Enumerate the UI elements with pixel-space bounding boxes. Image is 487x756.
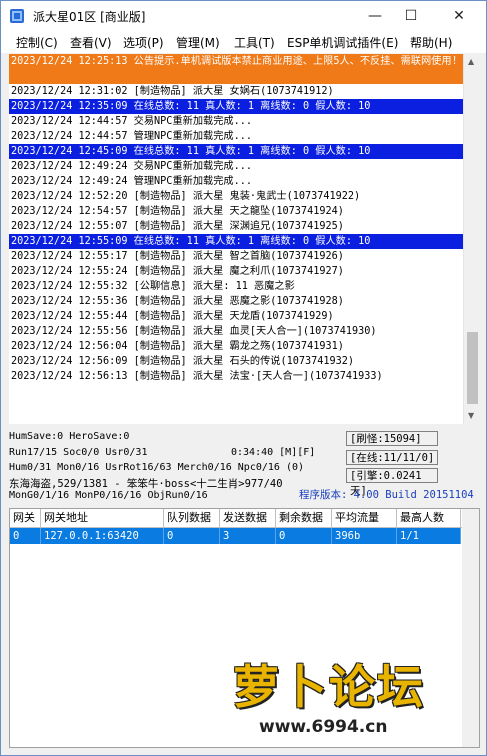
log-line: 2023/12/24 12:52:20 [制造物品] 派大星 鬼装·鬼武士(10… [11,191,361,202]
menu-options[interactable]: 选项(P) [123,34,164,51]
log-line: 2023/12/24 12:25:13 公告提示.单机调试版本禁止商业用途、上限… [9,54,463,84]
cell-remaining-data: 0 [276,528,332,544]
online-count: [在线:11/11/0] [346,450,438,465]
log-line: 2023/12/24 12:56:09 [制造物品] 派大星 石头的传说(107… [11,356,355,367]
col-gateway[interactable]: 网关 [10,509,41,527]
forum-watermark: 萝卜论坛 www.6994.cn [233,651,483,751]
log-line: 2023/12/24 12:45:09 在线总数: 11 真人数: 1 离线数:… [9,144,463,159]
log-line: 2023/12/24 12:55:09 在线总数: 11 真人数: 1 离线数:… [9,234,463,249]
log-line: 2023/12/24 12:49:24 管理NPC重新加载完成... [11,176,252,187]
minimize-icon: — [368,8,382,24]
save-stats: HumSave:0 HeroSave:0 [9,431,130,442]
col-send-data[interactable]: 发送数据 [220,509,276,527]
log-line: 2023/12/24 12:55:24 [制造物品] 派大星 魔之利爪(1073… [11,266,344,277]
cell-gateway: 0 [10,528,41,544]
refresh-count: [刷怪:15094] [346,431,438,446]
col-remaining-data[interactable]: 剩余数据 [276,509,332,527]
col-queue-data[interactable]: 队列数据 [164,509,220,527]
monster-stats: 东海海盗,529/1381 - 笨笨牛·boss<十二生肖>977/40 [9,478,283,490]
app-icon [10,9,24,23]
menu-help[interactable]: 帮助(H) [410,34,452,51]
maximize-icon: ☐ [404,8,418,24]
log-line: 2023/12/24 12:55:44 [制造物品] 派大星 天龙盾(10737… [11,311,334,322]
log-line: 2023/12/24 12:49:24 交易NPC重新加载完成... [11,161,252,172]
hum-stats: Hum0/31 Mon0/16 UsrRot16/63 Merch0/16 Np… [9,462,305,473]
col-gateway-address[interactable]: 网关地址 [41,509,164,527]
run-stats: Run17/15 Soc0/0 Usr0/31 [9,447,148,458]
title-bar[interactable]: 派大星01区 [商业版] — ☐ ✕ [1,1,486,31]
log-scrollbar[interactable]: ▲ ▼ [463,54,481,424]
log-line: 2023/12/24 12:44:57 管理NPC重新加载完成... [11,131,252,142]
menu-manage[interactable]: 管理(M) [176,34,220,51]
log-panel[interactable]: 2023/12/24 12:25:13 公告提示.单机调试版本禁止商业用途、上限… [9,54,463,424]
cell-avg-traffic: 396b [332,528,397,544]
menu-control[interactable]: 控制(C) [16,34,58,51]
menu-esp-plugin[interactable]: ESP单机调试插件(E) [287,34,398,51]
cell-queue-data: 0 [164,528,220,544]
window-title: 派大星01区 [商业版] [33,10,146,24]
cell-gateway-address: 127.0.0.1:63420 [41,528,164,544]
log-line: 2023/12/24 12:31:02 [制造物品] 派大星 女娲石(10737… [11,86,334,97]
scroll-down-icon[interactable]: ▼ [468,411,474,420]
log-line: 2023/12/24 12:55:32 [公聊信息] 派大星: 11 恶魔之影 [11,281,295,292]
close-icon: ✕ [453,8,465,24]
mon-gen-stats: MonG0/1/16 MonP0/16/16 ObjRun0/16 [9,490,208,501]
log-line: 2023/12/24 12:55:56 [制造物品] 派大星 血灵[天人合一](… [11,326,377,337]
log-line: 2023/12/24 12:54:57 [制造物品] 派大星 天之龍坠(1073… [11,206,344,217]
program-version: 程序版本: 4.00 Build 20151104 [299,489,474,501]
cell-send-data: 3 [220,528,276,544]
log-line: 2023/12/24 12:55:36 [制造物品] 派大星 恶魔之影(1073… [11,296,344,307]
cell-max-users: 1/1 [397,528,461,544]
log-line: 2023/12/24 12:56:04 [制造物品] 派大星 霸龙之殇(1073… [11,341,344,352]
maximize-button[interactable]: ☐ [389,1,433,31]
menu-view[interactable]: 查看(V) [70,34,112,51]
table-row[interactable]: 0 127.0.0.1:63420 0 3 0 396b 1/1 [10,528,461,544]
menu-tools[interactable]: 工具(T) [234,34,275,51]
table-header: 网关 网关地址 队列数据 发送数据 剩余数据 平均流量 最高人数 [10,509,479,528]
server-stats: HumSave:0 HeroSave:0 Run17/15 Soc0/0 Usr… [1,426,486,506]
watermark-logo: 萝卜论坛 [233,660,425,714]
col-avg-traffic[interactable]: 平均流量 [332,509,397,527]
menu-bar: 控制(C) 查看(V) 选项(P) 管理(M) 工具(T) ESP单机调试插件(… [1,31,486,53]
log-line: 2023/12/24 12:55:07 [制造物品] 派大星 深渊追兄(1073… [11,221,344,232]
main-window: 派大星01区 [商业版] — ☐ ✕ 控制(C) 查看(V) 选项(P) 管理(… [0,0,487,756]
engine-uptime: [引擎:0.0241天] [346,468,438,497]
log-line: 2023/12/24 12:55:17 [制造物品] 派大星 智之首脑(1073… [11,251,344,262]
log-line: 2023/12/24 12:35:09 在线总数: 11 真人数: 1 离线数:… [9,99,463,114]
scroll-up-icon[interactable]: ▲ [468,57,474,66]
uptime: 0:34:40 [M][F] [231,447,316,458]
log-line: 2023/12/24 12:44:57 交易NPC重新加载完成... [11,116,252,127]
log-line: 2023/12/24 12:56:13 [制造物品] 派大星 法宝·[天人合一]… [11,371,383,382]
col-max-users[interactable]: 最高人数 [397,509,461,527]
watermark-url: www.6994.cn [259,717,388,737]
close-button[interactable]: ✕ [437,1,481,31]
scrollbar-thumb[interactable] [467,332,478,404]
